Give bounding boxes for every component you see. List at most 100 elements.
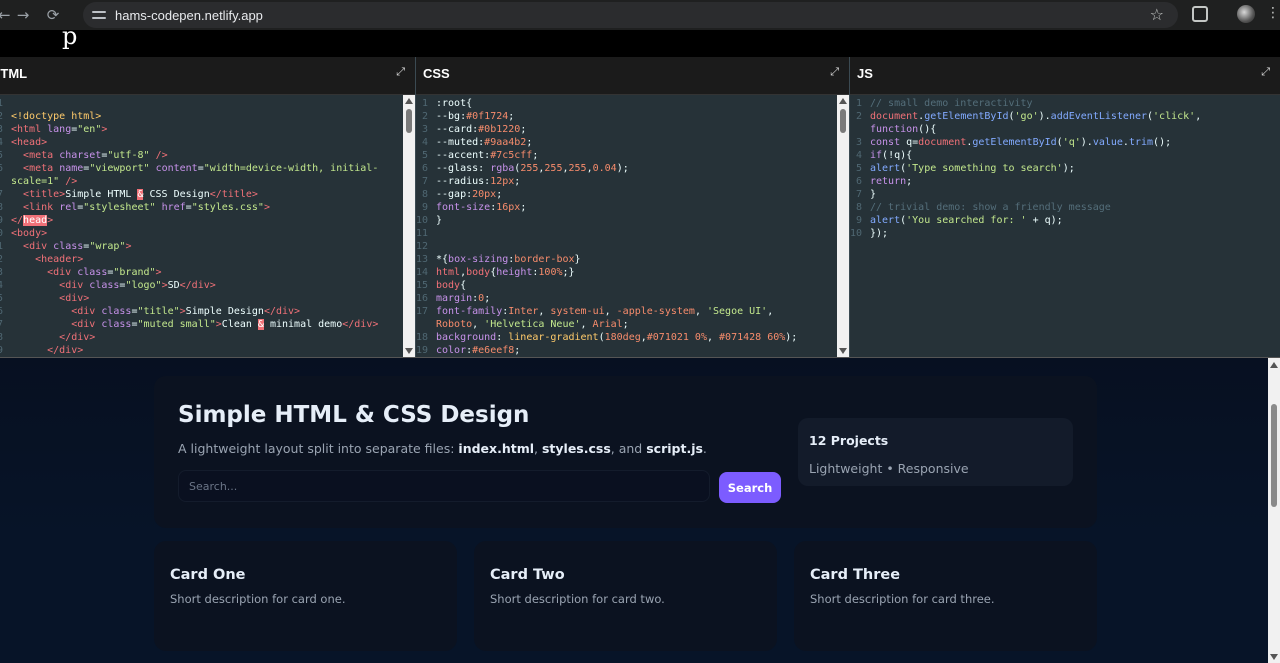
line-text[interactable]: --glass: rgba(255,255,255,0.04); [436, 162, 629, 175]
js-code-editor[interactable]: 1 // small demo interactivity 2 document.ge… [850, 97, 1270, 357]
code-line[interactable]: 18 background: linear-gradient(180deg,#07… [416, 331, 839, 344]
forward-icon[interactable]: → [8, 6, 38, 24]
line-text[interactable]: <link rel="stylesheet" href="styles.css"… [11, 201, 270, 214]
line-text[interactable]: // trivial demo: show a friendly message [870, 201, 1111, 214]
line-text[interactable]: body{ [436, 279, 466, 292]
scroll-down-icon[interactable] [839, 348, 847, 354]
code-line[interactable]: 4 --muted:#9aa4b2; [416, 136, 839, 149]
code-line[interactable]: 8 --gap:20px; [416, 188, 839, 201]
code-line[interactable]: 6 return; [850, 175, 1270, 188]
line-text[interactable]: const q=document.getElementById('q').val… [870, 136, 1171, 149]
css-expand-icon[interactable]: ⤢ [830, 65, 839, 79]
code-line[interactable]: 6 <meta name="viewport" content="width=d… [0, 162, 405, 175]
code-line[interactable]: 16 margin:0; [416, 292, 839, 305]
code-line[interactable]: 10}); [850, 227, 1270, 240]
code-line[interactable]: 12 [416, 240, 839, 253]
line-text[interactable]: <div class="wrap"> [11, 240, 131, 253]
code-line[interactable]: 10<body> [0, 227, 405, 240]
line-text[interactable]: margin:0; [436, 292, 490, 305]
code-line[interactable]: 15 <div> [0, 292, 405, 305]
back-icon[interactable]: ← [0, 6, 11, 24]
bookmark-star-icon[interactable]: ☆ [1150, 5, 1164, 24]
code-line[interactable]: 12 <header> [0, 253, 405, 266]
css-scrollbar[interactable] [837, 95, 849, 357]
line-text[interactable]: alert('You searched for: ' + q); [870, 214, 1063, 227]
line-text[interactable]: --gap:20px; [436, 188, 502, 201]
line-text[interactable]: alert('Type something to search'); [870, 162, 1075, 175]
code-line[interactable]: 2 document.getElementById('go').addEventL… [850, 110, 1270, 123]
search-button[interactable]: Search [719, 472, 781, 503]
line-text[interactable]: <meta charset="utf-8" /> [11, 149, 168, 162]
code-line[interactable]: 3 const q=document.getElementById('q').va… [850, 136, 1270, 149]
line-text[interactable]: <body> [11, 227, 47, 240]
extensions-icon[interactable] [1192, 6, 1208, 22]
url-text[interactable]: hams-codepen.netlify.app [115, 8, 263, 23]
line-text[interactable]: <head> [11, 136, 47, 149]
code-line[interactable]: 1 // small demo interactivity [850, 97, 1270, 110]
line-text[interactable]: <div class="logo">SD</div> [11, 279, 216, 292]
line-text[interactable]: html,body{height:100%;} [436, 266, 575, 279]
search-input[interactable] [178, 470, 710, 502]
line-text[interactable]: Roboto, 'Helvetica Neue', Arial; [436, 318, 629, 331]
line-text[interactable]: } [870, 188, 876, 201]
code-line[interactable]: 17 <div class="muted small">Clean & mini… [0, 318, 405, 331]
scroll-up-icon[interactable] [1270, 362, 1278, 368]
code-line[interactable]: 4<head> [0, 136, 405, 149]
line-text[interactable]: if(!q){ [870, 149, 912, 162]
code-line[interactable]: 14 <div class="logo">SD</div> [0, 279, 405, 292]
code-line[interactable]: 13 <div class="brand"> [0, 266, 405, 279]
code-line[interactable]: 9 font-size:16px; [416, 201, 839, 214]
code-line[interactable]: 7} [850, 188, 1270, 201]
code-line[interactable]: 14 html,body{height:100%;} [416, 266, 839, 279]
scroll-down-icon[interactable] [1270, 654, 1278, 660]
code-line[interactable]: 18 </div> [0, 331, 405, 344]
line-text[interactable]: // small demo interactivity [870, 97, 1033, 110]
code-line[interactable]: 2<!doctype html> [0, 110, 405, 123]
line-text[interactable]: <title>Simple HTML & CSS Design</title> [11, 188, 258, 201]
line-text[interactable]: scale=1" /> [11, 175, 77, 188]
line-text[interactable]: } [436, 214, 442, 227]
code-line[interactable]: 3 --card:#0b1220; [416, 123, 839, 136]
scroll-thumb[interactable] [840, 109, 846, 133]
line-text[interactable]: color:#e6eef8; [436, 344, 520, 357]
line-text[interactable]: <div class="title">Simple Design</div> [11, 305, 300, 318]
line-text[interactable]: <div> [11, 292, 89, 305]
scroll-down-icon[interactable] [405, 348, 413, 354]
scroll-up-icon[interactable] [839, 98, 847, 104]
line-text[interactable]: font-family:Inter, system-ui, -apple-sys… [436, 305, 773, 318]
line-text[interactable]: return; [870, 175, 912, 188]
code-line[interactable]: 11 <div class="wrap"> [0, 240, 405, 253]
line-text[interactable]: --bg:#0f1724; [436, 110, 514, 123]
code-line[interactable]: 15 body{ [416, 279, 839, 292]
code-line[interactable]: scale=1" /> [0, 175, 405, 188]
code-line[interactable]: 5 --accent:#7c5cff; [416, 149, 839, 162]
line-text[interactable]: :root{ [436, 97, 472, 110]
browser-menu-icon[interactable]: ⋮ [1266, 5, 1280, 21]
code-line[interactable]: 9 alert('You searched for: ' + q); [850, 214, 1270, 227]
code-line[interactable]: 8 // trivial demo: show a friendly messag… [850, 201, 1270, 214]
line-text[interactable]: *{box-sizing:border-box} [436, 253, 581, 266]
reload-icon[interactable]: ⟳ [38, 6, 68, 24]
line-text[interactable]: function(){ [870, 123, 936, 136]
profile-avatar[interactable] [1237, 5, 1255, 23]
html-expand-icon[interactable]: ⤢ [396, 65, 405, 79]
code-line[interactable]: Roboto, 'Helvetica Neue', Arial; [416, 318, 839, 331]
site-info-icon[interactable] [91, 8, 107, 22]
line-text[interactable]: </head> [11, 214, 53, 227]
line-text[interactable]: <html lang="en"> [11, 123, 107, 136]
code-line[interactable]: 4 if(!q){ [850, 149, 1270, 162]
line-text[interactable]: }); [870, 227, 888, 240]
line-text[interactable]: font-size:16px; [436, 201, 526, 214]
code-line[interactable]: 13 *{box-sizing:border-box} [416, 253, 839, 266]
code-line[interactable]: 9</head> [0, 214, 405, 227]
code-line[interactable]: 6 --glass: rgba(255,255,255,0.04); [416, 162, 839, 175]
code-line[interactable]: function(){ [850, 123, 1270, 136]
js-expand-icon[interactable]: ⤢ [1261, 65, 1270, 79]
code-line[interactable]: 16 <div class="title">Simple Design</div… [0, 305, 405, 318]
code-line[interactable]: 3<html lang="en"> [0, 123, 405, 136]
code-line[interactable]: 5 alert('Type something to search'); [850, 162, 1270, 175]
line-text[interactable]: --radius:12px; [436, 175, 520, 188]
code-line[interactable]: 8 <link rel="stylesheet" href="styles.cs… [0, 201, 405, 214]
css-code-editor[interactable]: 1:root{2 --bg:#0f1724; 3 --card:#0b1220; 4 --… [416, 97, 839, 357]
line-text[interactable]: <meta name="viewport" content="width=dev… [11, 162, 378, 175]
